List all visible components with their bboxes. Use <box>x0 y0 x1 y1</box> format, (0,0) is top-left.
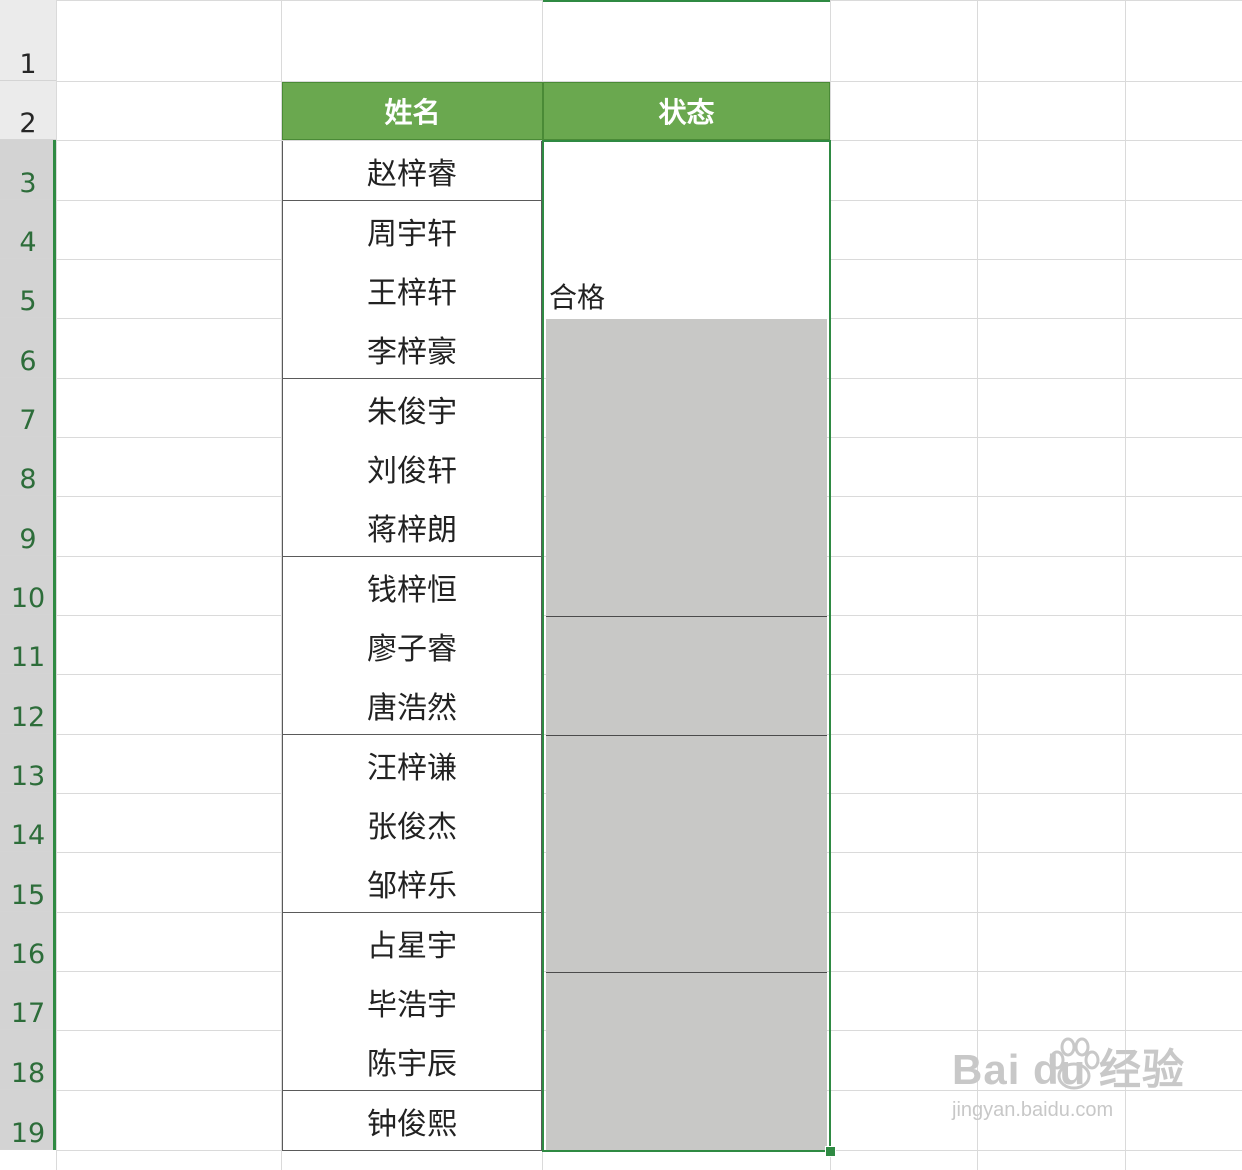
watermark-logo: Bai du 经验 <box>952 1046 1186 1093</box>
name-cell[interactable]: 朱俊宇 <box>282 379 542 439</box>
selection-outline <box>542 140 831 1152</box>
row-header-13[interactable]: 13 <box>0 734 56 793</box>
name-cell[interactable]: 蒋梓朗 <box>282 497 542 557</box>
row-header-10[interactable]: 10 <box>0 556 56 615</box>
header-status[interactable]: 状态 <box>543 82 830 140</box>
header-name[interactable]: 姓名 <box>282 82 543 140</box>
row-header-7[interactable]: 7 <box>0 378 56 437</box>
row-header-19[interactable]: 19 <box>0 1090 56 1150</box>
name-cell[interactable]: 陈宇辰 <box>282 1031 542 1091</box>
row-header-16[interactable]: 16 <box>0 912 56 971</box>
row-header-9[interactable]: 9 <box>0 496 56 556</box>
row-header-3[interactable]: 3 <box>0 140 56 200</box>
watermark-url: jingyan.baidu.com <box>952 1099 1114 1121</box>
row-header-2[interactable]: 2 <box>0 81 56 140</box>
row-header-17[interactable]: 17 <box>0 971 56 1030</box>
row-header-5[interactable]: 5 <box>0 259 56 318</box>
row-header-11[interactable]: 11 <box>0 615 56 674</box>
fill-handle[interactable] <box>825 1146 836 1157</box>
name-cell[interactable]: 张俊杰 <box>282 794 542 854</box>
name-cell[interactable]: 王梓轩 <box>282 260 542 320</box>
name-cell[interactable]: 唐浩然 <box>282 675 542 735</box>
row-header-6[interactable]: 6 <box>0 318 56 378</box>
name-cell[interactable]: 廖子睿 <box>282 616 542 676</box>
name-cell[interactable]: 毕浩宇 <box>282 972 542 1032</box>
name-cell[interactable]: 汪梓谦 <box>282 735 542 795</box>
name-cell[interactable]: 邹梓乐 <box>282 853 542 913</box>
column-selection-indicator <box>543 0 830 2</box>
row-header-1[interactable]: 1 <box>0 0 56 81</box>
name-cell[interactable]: 钱梓恒 <box>282 557 542 617</box>
name-cell[interactable]: 李梓豪 <box>282 319 542 379</box>
row-header-14[interactable]: 14 <box>0 793 56 852</box>
row-header-8[interactable]: 8 <box>0 437 56 496</box>
row-header-4[interactable]: 4 <box>0 200 56 259</box>
row-header-12[interactable]: 12 <box>0 674 56 734</box>
row-header-18[interactable]: 18 <box>0 1030 56 1090</box>
name-cell[interactable]: 钟俊熙 <box>282 1091 542 1151</box>
name-cell[interactable]: 周宇轩 <box>282 201 542 261</box>
name-cell[interactable]: 占星宇 <box>282 913 542 973</box>
name-cell[interactable]: 刘俊轩 <box>282 438 542 498</box>
row-header-15[interactable]: 15 <box>0 852 56 912</box>
row-selection-indicator <box>53 140 56 1150</box>
watermark: Bai du 经验 jingyan.baidu.com <box>952 1036 1185 1122</box>
name-cell[interactable]: 赵梓睿 <box>282 141 542 201</box>
